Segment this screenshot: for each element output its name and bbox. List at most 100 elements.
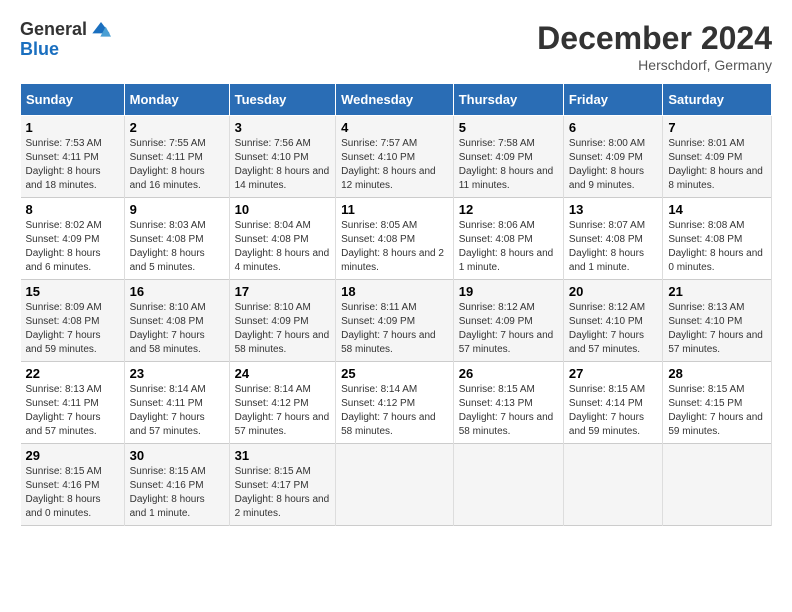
day-info: Sunrise: 8:13 AM Sunset: 4:11 PM Dayligh… <box>26 384 102 437</box>
day-info: Sunrise: 8:08 AM Sunset: 4:08 PM Dayligh… <box>668 220 763 273</box>
day-number: 16 <box>130 284 224 299</box>
day-number: 21 <box>668 284 766 299</box>
day-cell: 27 Sunrise: 8:15 AM Sunset: 4:14 PM Dayl… <box>563 362 662 444</box>
header-row: SundayMondayTuesdayWednesdayThursdayFrid… <box>21 84 772 116</box>
day-number: 25 <box>341 366 448 381</box>
day-number: 3 <box>235 120 330 135</box>
day-number: 6 <box>569 120 657 135</box>
day-cell: 28 Sunrise: 8:15 AM Sunset: 4:15 PM Dayl… <box>663 362 772 444</box>
day-cell <box>453 444 563 526</box>
day-cell: 2 Sunrise: 7:55 AM Sunset: 4:11 PM Dayli… <box>124 116 229 198</box>
calendar-table: SundayMondayTuesdayWednesdayThursdayFrid… <box>20 83 772 526</box>
day-info: Sunrise: 7:57 AM Sunset: 4:10 PM Dayligh… <box>341 138 436 191</box>
day-cell: 1 Sunrise: 7:53 AM Sunset: 4:11 PM Dayli… <box>21 116 125 198</box>
day-number: 18 <box>341 284 448 299</box>
day-cell: 20 Sunrise: 8:12 AM Sunset: 4:10 PM Dayl… <box>563 280 662 362</box>
day-cell <box>336 444 454 526</box>
day-number: 14 <box>668 202 766 217</box>
day-cell: 17 Sunrise: 8:10 AM Sunset: 4:09 PM Dayl… <box>229 280 335 362</box>
day-number: 26 <box>459 366 558 381</box>
day-cell: 13 Sunrise: 8:07 AM Sunset: 4:08 PM Dayl… <box>563 198 662 280</box>
location-title: Herschdorf, Germany <box>537 57 772 73</box>
column-header-friday: Friday <box>563 84 662 116</box>
day-info: Sunrise: 8:15 AM Sunset: 4:16 PM Dayligh… <box>26 466 102 519</box>
day-info: Sunrise: 8:00 AM Sunset: 4:09 PM Dayligh… <box>569 138 645 191</box>
day-cell: 9 Sunrise: 8:03 AM Sunset: 4:08 PM Dayli… <box>124 198 229 280</box>
day-cell: 7 Sunrise: 8:01 AM Sunset: 4:09 PM Dayli… <box>663 116 772 198</box>
day-cell: 14 Sunrise: 8:08 AM Sunset: 4:08 PM Dayl… <box>663 198 772 280</box>
day-info: Sunrise: 7:58 AM Sunset: 4:09 PM Dayligh… <box>459 138 554 191</box>
day-info: Sunrise: 8:09 AM Sunset: 4:08 PM Dayligh… <box>26 302 102 355</box>
day-cell: 26 Sunrise: 8:15 AM Sunset: 4:13 PM Dayl… <box>453 362 563 444</box>
title-area: December 2024 Herschdorf, Germany <box>537 20 772 73</box>
day-number: 22 <box>26 366 119 381</box>
day-info: Sunrise: 8:04 AM Sunset: 4:08 PM Dayligh… <box>235 220 330 273</box>
day-cell: 23 Sunrise: 8:14 AM Sunset: 4:11 PM Dayl… <box>124 362 229 444</box>
day-cell: 6 Sunrise: 8:00 AM Sunset: 4:09 PM Dayli… <box>563 116 662 198</box>
day-number: 8 <box>26 202 119 217</box>
day-cell <box>563 444 662 526</box>
week-row-1: 1 Sunrise: 7:53 AM Sunset: 4:11 PM Dayli… <box>21 116 772 198</box>
day-cell: 12 Sunrise: 8:06 AM Sunset: 4:08 PM Dayl… <box>453 198 563 280</box>
day-cell: 25 Sunrise: 8:14 AM Sunset: 4:12 PM Dayl… <box>336 362 454 444</box>
day-cell <box>663 444 772 526</box>
day-number: 23 <box>130 366 224 381</box>
day-cell: 18 Sunrise: 8:11 AM Sunset: 4:09 PM Dayl… <box>336 280 454 362</box>
logo-text-blue: Blue <box>20 39 59 59</box>
day-cell: 4 Sunrise: 7:57 AM Sunset: 4:10 PM Dayli… <box>336 116 454 198</box>
day-number: 12 <box>459 202 558 217</box>
logo-text-general: General <box>20 20 87 40</box>
day-cell: 30 Sunrise: 8:15 AM Sunset: 4:16 PM Dayl… <box>124 444 229 526</box>
day-cell: 16 Sunrise: 8:10 AM Sunset: 4:08 PM Dayl… <box>124 280 229 362</box>
day-info: Sunrise: 8:06 AM Sunset: 4:08 PM Dayligh… <box>459 220 554 273</box>
day-number: 10 <box>235 202 330 217</box>
day-number: 11 <box>341 202 448 217</box>
day-number: 29 <box>26 448 119 463</box>
day-info: Sunrise: 8:12 AM Sunset: 4:09 PM Dayligh… <box>459 302 554 355</box>
day-info: Sunrise: 8:02 AM Sunset: 4:09 PM Dayligh… <box>26 220 102 273</box>
column-header-sunday: Sunday <box>21 84 125 116</box>
week-row-3: 15 Sunrise: 8:09 AM Sunset: 4:08 PM Dayl… <box>21 280 772 362</box>
day-cell: 22 Sunrise: 8:13 AM Sunset: 4:11 PM Dayl… <box>21 362 125 444</box>
day-info: Sunrise: 8:15 AM Sunset: 4:17 PM Dayligh… <box>235 466 330 519</box>
day-info: Sunrise: 8:14 AM Sunset: 4:12 PM Dayligh… <box>341 384 436 437</box>
day-info: Sunrise: 8:14 AM Sunset: 4:11 PM Dayligh… <box>130 384 206 437</box>
day-number: 20 <box>569 284 657 299</box>
day-cell: 31 Sunrise: 8:15 AM Sunset: 4:17 PM Dayl… <box>229 444 335 526</box>
day-number: 2 <box>130 120 224 135</box>
day-cell: 21 Sunrise: 8:13 AM Sunset: 4:10 PM Dayl… <box>663 280 772 362</box>
day-cell: 15 Sunrise: 8:09 AM Sunset: 4:08 PM Dayl… <box>21 280 125 362</box>
day-number: 30 <box>130 448 224 463</box>
month-title: December 2024 <box>537 20 772 57</box>
day-cell: 19 Sunrise: 8:12 AM Sunset: 4:09 PM Dayl… <box>453 280 563 362</box>
day-info: Sunrise: 8:05 AM Sunset: 4:08 PM Dayligh… <box>341 220 444 273</box>
day-cell: 8 Sunrise: 8:02 AM Sunset: 4:09 PM Dayli… <box>21 198 125 280</box>
day-number: 31 <box>235 448 330 463</box>
day-number: 27 <box>569 366 657 381</box>
day-number: 5 <box>459 120 558 135</box>
week-row-5: 29 Sunrise: 8:15 AM Sunset: 4:16 PM Dayl… <box>21 444 772 526</box>
day-info: Sunrise: 7:55 AM Sunset: 4:11 PM Dayligh… <box>130 138 206 191</box>
day-cell: 10 Sunrise: 8:04 AM Sunset: 4:08 PM Dayl… <box>229 198 335 280</box>
week-row-4: 22 Sunrise: 8:13 AM Sunset: 4:11 PM Dayl… <box>21 362 772 444</box>
day-number: 1 <box>26 120 119 135</box>
day-cell: 5 Sunrise: 7:58 AM Sunset: 4:09 PM Dayli… <box>453 116 563 198</box>
day-number: 13 <box>569 202 657 217</box>
day-info: Sunrise: 7:56 AM Sunset: 4:10 PM Dayligh… <box>235 138 330 191</box>
day-info: Sunrise: 8:10 AM Sunset: 4:08 PM Dayligh… <box>130 302 206 355</box>
day-info: Sunrise: 8:11 AM Sunset: 4:09 PM Dayligh… <box>341 302 436 355</box>
day-info: Sunrise: 8:15 AM Sunset: 4:13 PM Dayligh… <box>459 384 554 437</box>
week-row-2: 8 Sunrise: 8:02 AM Sunset: 4:09 PM Dayli… <box>21 198 772 280</box>
day-number: 24 <box>235 366 330 381</box>
day-cell: 3 Sunrise: 7:56 AM Sunset: 4:10 PM Dayli… <box>229 116 335 198</box>
day-cell: 29 Sunrise: 8:15 AM Sunset: 4:16 PM Dayl… <box>21 444 125 526</box>
day-number: 17 <box>235 284 330 299</box>
day-number: 4 <box>341 120 448 135</box>
day-info: Sunrise: 8:14 AM Sunset: 4:12 PM Dayligh… <box>235 384 330 437</box>
column-header-monday: Monday <box>124 84 229 116</box>
logo-icon <box>91 20 111 40</box>
day-cell: 11 Sunrise: 8:05 AM Sunset: 4:08 PM Dayl… <box>336 198 454 280</box>
day-info: Sunrise: 8:07 AM Sunset: 4:08 PM Dayligh… <box>569 220 645 273</box>
logo: General Blue <box>20 20 111 60</box>
day-info: Sunrise: 8:15 AM Sunset: 4:16 PM Dayligh… <box>130 466 206 519</box>
